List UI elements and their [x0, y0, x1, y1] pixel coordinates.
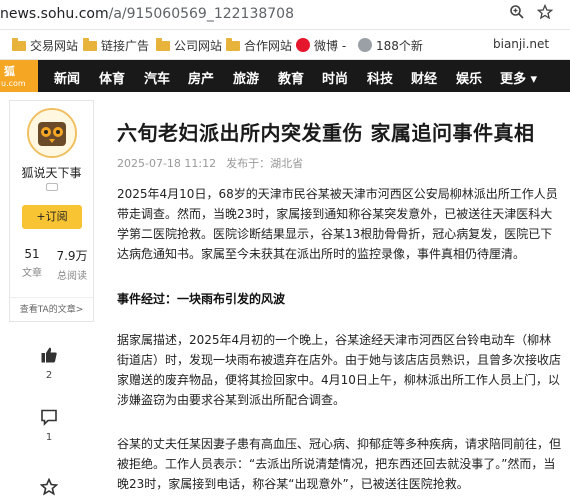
weibo-icon [296, 38, 310, 52]
url-domain: news.sohu.com [0, 6, 109, 22]
nav-item-sports[interactable]: 体育 [99, 68, 125, 87]
view-author-articles-link[interactable]: 查看TA的文章> [10, 302, 93, 315]
nav-item-entertainment[interactable]: 娱乐 [456, 68, 482, 87]
divider [10, 297, 93, 298]
folder-icon [156, 38, 170, 51]
bookmark-folder[interactable]: 链接广告 [83, 37, 149, 53]
nav-item-news[interactable]: 新闻 [54, 68, 80, 87]
bookmarks-bar: 交易网站 链接广告 公司网站 合作网站 微博 - 188个新 bianji.ne… [0, 30, 570, 60]
comment-button[interactable]: 1 [32, 408, 66, 443]
publish-date: 2025-07-18 11:12 [117, 157, 217, 170]
article-paragraph: 2025年4月10日，68岁的天津市民谷某被天津市河西区公安局柳林派出所工作人员… [117, 187, 558, 261]
bookmark-star-icon[interactable] [534, 3, 556, 26]
zoom-icon[interactable] [506, 4, 528, 26]
article-subheading: 事件经过：一块雨布引发的风波 [117, 292, 286, 306]
publish-location: 发布于：湖北省 [226, 157, 304, 170]
bookmark-weibo[interactable]: 微博 - [296, 37, 346, 53]
badge-icon [46, 183, 58, 191]
url-path: /a/915060569_122138708 [108, 6, 294, 22]
like-button[interactable]: 2 [32, 346, 66, 381]
avatar[interactable] [27, 108, 77, 158]
nav-item-more[interactable]: 更多 ▾ [500, 68, 537, 87]
nav-item-finance[interactable]: 财经 [411, 68, 437, 87]
article-paragraph: 谷某的丈夫任某因妻子患有高血压、冠心病、抑郁症等多种疾病，请求陪同前往，但被拒绝… [117, 437, 562, 491]
bookmark-bianji[interactable]: bianji.net [493, 37, 549, 53]
bookmark-folder[interactable]: 合作网站 [226, 37, 292, 53]
articles-stat: 51 文章 [22, 247, 42, 279]
nav-item-auto[interactable]: 汽车 [144, 68, 170, 87]
comment-count: 1 [45, 432, 53, 443]
folder-icon [83, 38, 97, 51]
nav-item-tech[interactable]: 科技 [367, 68, 393, 87]
article-meta: 2025-07-18 11:12 发布于：湖北省 [117, 155, 313, 171]
sohu-logo[interactable]: 狐 u.com [0, 60, 38, 92]
comment-icon [41, 409, 57, 426]
like-count: 2 [45, 370, 53, 381]
folder-icon [12, 38, 26, 51]
nav-item-fashion[interactable]: 时尚 [322, 68, 348, 87]
favorite-button[interactable] [32, 478, 66, 496]
nav-item-travel[interactable]: 旅游 [233, 68, 259, 87]
author-card: 狐说天下事 +订阅 51 文章 7.9万 总阅读 查看TA的文章> [9, 100, 94, 322]
site-icon [358, 38, 372, 52]
bookmark-folder[interactable]: 公司网站 [156, 37, 222, 53]
star-icon [40, 478, 58, 496]
thumbs-up-icon [41, 347, 57, 363]
author-name[interactable]: 狐说天下事 [10, 164, 93, 181]
subscribe-button[interactable]: +订阅 [22, 205, 82, 229]
address-bar[interactable]: news.sohu.com/a/915060569_122138708 [0, 0, 570, 30]
nav-item-education[interactable]: 教育 [278, 68, 304, 87]
article-title: 六旬老妇派出所内突发重伤 家属追问事件真相 [117, 121, 535, 145]
nav-item-realestate[interactable]: 房产 [188, 68, 214, 87]
bookmark-site[interactable]: 188个新 [358, 37, 423, 53]
bookmark-folder[interactable]: 交易网站 [12, 37, 78, 53]
folder-icon [226, 38, 240, 51]
article-paragraph: 据家属描述，2025年4月初的一个晚上，谷某途经天津市河西区台铃电动车（柳林街道… [117, 333, 562, 407]
site-nav: 狐 u.com 新闻 体育 汽车 房产 旅游 教育 时尚 科技 财经 娱乐 更多… [0, 60, 570, 92]
url-text[interactable]: news.sohu.com/a/915060569_122138708 [0, 6, 294, 22]
reads-stat: 7.9万 总阅读 [56, 249, 88, 282]
